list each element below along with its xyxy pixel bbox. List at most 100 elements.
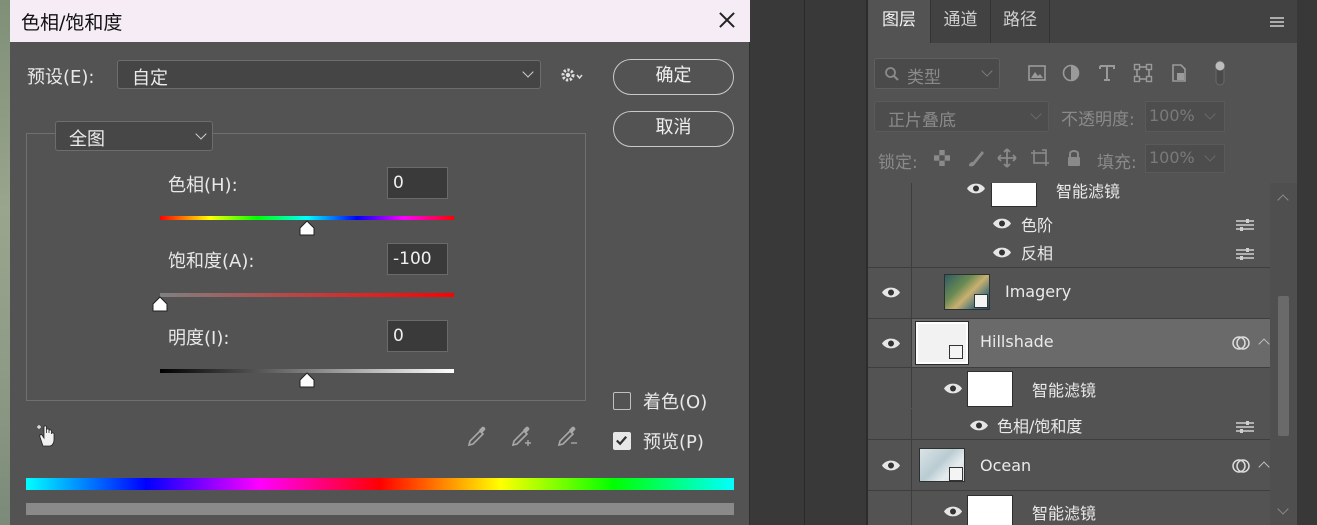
- panel-edge: [1297, 0, 1317, 525]
- layer-name: Imagery: [1005, 282, 1072, 301]
- saturation-slider-track[interactable]: [160, 293, 454, 297]
- colorize-checkbox[interactable]: [613, 392, 631, 410]
- tab-paths[interactable]: 路径: [990, 0, 1050, 43]
- eye-icon[interactable]: [881, 337, 901, 350]
- smart-filter-indicator-icon[interactable]: [1231, 456, 1251, 476]
- layer-name: 色相/饱和度: [997, 417, 1083, 436]
- dialog-titlebar: 色相/饱和度: [10, 0, 750, 42]
- preset-dropdown[interactable]: 自定: [117, 60, 541, 89]
- adjustment-layer-filter-icon[interactable]: [1060, 62, 1082, 84]
- colorize-label: 着色(O): [643, 392, 708, 413]
- chevron-down-icon: [1204, 150, 1216, 162]
- fill-input[interactable]: 100%: [1145, 144, 1225, 173]
- layer-name: 反相: [1021, 244, 1054, 263]
- smart-filter-mask-thumbnail: [991, 183, 1037, 207]
- smart-filter-mask-thumbnail: [967, 371, 1013, 407]
- preview-checkbox[interactable]: [613, 432, 631, 450]
- hue-label: 色相(H):: [168, 175, 238, 196]
- filter-blending-options-icon[interactable]: [1235, 420, 1255, 434]
- preview-label: 预览(P): [643, 432, 704, 453]
- layers-scrollbar[interactable]: [1270, 183, 1297, 525]
- scrollbar-thumb[interactable]: [1278, 296, 1289, 436]
- lock-transparency-icon[interactable]: [932, 148, 952, 168]
- collapse-arrow-icon[interactable]: [1258, 461, 1270, 473]
- layer-list: 智能滤镜 色阶 反相 Imagery Hillshade 智能滤镜 色相/饱和度…: [868, 183, 1270, 525]
- lock-all-icon[interactable]: [1064, 148, 1084, 168]
- visibility-column-divider: [911, 268, 912, 318]
- output-color-spectrum-bar: [26, 503, 734, 515]
- hue-slider-thumb[interactable]: [298, 220, 316, 236]
- blend-mode-dropdown[interactable]: 正片叠底: [874, 101, 1049, 132]
- ok-button[interactable]: 确定: [613, 59, 734, 95]
- smart-object-filter-icon[interactable]: [1168, 62, 1190, 84]
- layer-filter-dropdown[interactable]: 类型: [874, 58, 1000, 89]
- filter-blending-options-icon[interactable]: [1235, 247, 1255, 261]
- eye-icon[interactable]: [881, 459, 901, 472]
- filter-blending-options-icon[interactable]: [1235, 218, 1255, 232]
- opacity-value: 100%: [1149, 106, 1195, 125]
- blend-mode-value: 正片叠底: [888, 111, 956, 131]
- opacity-input[interactable]: 100%: [1145, 101, 1225, 132]
- smart-filter-mask-thumbnail: [967, 495, 1013, 525]
- chevron-down-icon: [981, 65, 993, 77]
- adjustment-group-frame: [26, 133, 586, 401]
- lock-artboard-icon[interactable]: [1030, 148, 1050, 168]
- smart-filter-row[interactable]: 智能滤镜: [868, 491, 1270, 525]
- smart-object-badge-icon: [974, 294, 988, 308]
- eye-icon[interactable]: [943, 382, 963, 395]
- lock-position-icon[interactable]: [997, 148, 1017, 168]
- close-icon[interactable]: [710, 4, 744, 36]
- smart-object-badge-icon: [949, 345, 963, 359]
- filter-row-levels[interactable]: 色阶: [868, 209, 1270, 237]
- eye-icon[interactable]: [992, 217, 1012, 230]
- hue-input[interactable]: 0: [387, 167, 448, 199]
- saturation-input[interactable]: -100: [387, 243, 448, 275]
- eye-icon[interactable]: [966, 183, 986, 195]
- filter-row-hue-saturation[interactable]: 色相/饱和度: [868, 409, 1270, 439]
- chevron-down-icon: [522, 66, 534, 78]
- smart-filter-indicator-icon[interactable]: [1231, 333, 1251, 353]
- targeted-adjustment-hand-icon[interactable]: [34, 420, 60, 448]
- eye-icon[interactable]: [969, 419, 989, 432]
- visibility-column-divider: [911, 368, 912, 408]
- eye-icon[interactable]: [992, 246, 1012, 259]
- scroll-down-arrow-icon[interactable]: [1277, 503, 1289, 515]
- shape-layer-filter-icon[interactable]: [1132, 62, 1154, 84]
- eye-icon[interactable]: [881, 286, 901, 299]
- layer-row-hillshade[interactable]: Hillshade: [868, 319, 1270, 367]
- tab-channels[interactable]: 通道: [930, 0, 990, 43]
- smart-filter-row[interactable]: 智能滤镜: [868, 368, 1270, 408]
- panel-divider: [804, 0, 805, 525]
- chevron-down-icon: [1030, 108, 1042, 120]
- saturation-slider-thumb[interactable]: [151, 296, 169, 312]
- pixel-layer-filter-icon[interactable]: [1026, 62, 1048, 84]
- eyedropper-minus-icon[interactable]: [555, 423, 581, 449]
- filter-row-invert[interactable]: 反相: [868, 237, 1270, 265]
- eye-icon[interactable]: [943, 505, 963, 518]
- type-layer-filter-icon[interactable]: [1096, 62, 1118, 84]
- scroll-up-arrow-icon[interactable]: [1277, 194, 1289, 206]
- fill-value: 100%: [1149, 148, 1195, 167]
- lock-image-pixels-icon[interactable]: [966, 148, 986, 168]
- layer-row-ocean[interactable]: Ocean: [868, 440, 1270, 490]
- layer-name: 智能滤镜: [1032, 381, 1097, 400]
- tab-layers[interactable]: 图层: [868, 0, 930, 43]
- cancel-button[interactable]: 取消: [613, 111, 734, 147]
- eyedropper-plus-icon[interactable]: [509, 423, 535, 449]
- gear-icon[interactable]: [560, 66, 584, 84]
- layer-row-imagery[interactable]: Imagery: [868, 268, 1270, 318]
- smart-object-badge-icon: [949, 467, 963, 481]
- lightness-input[interactable]: 0: [387, 320, 448, 352]
- lightness-slider-thumb[interactable]: [298, 372, 316, 388]
- visibility-column-divider: [911, 440, 912, 490]
- smart-filter-row[interactable]: 智能滤镜: [868, 183, 1270, 207]
- opacity-label: 不透明度:: [1061, 110, 1135, 130]
- panel-menu-icon[interactable]: [1269, 16, 1285, 28]
- filter-toggle-icon[interactable]: [1210, 58, 1230, 88]
- eyedropper-icon[interactable]: [465, 423, 491, 449]
- channel-dropdown[interactable]: 全图: [55, 121, 213, 151]
- chevron-down-icon: [195, 128, 207, 140]
- layer-name: 色阶: [1021, 216, 1054, 235]
- collapse-arrow-icon[interactable]: [1258, 338, 1270, 350]
- workspace-gap: [750, 0, 868, 525]
